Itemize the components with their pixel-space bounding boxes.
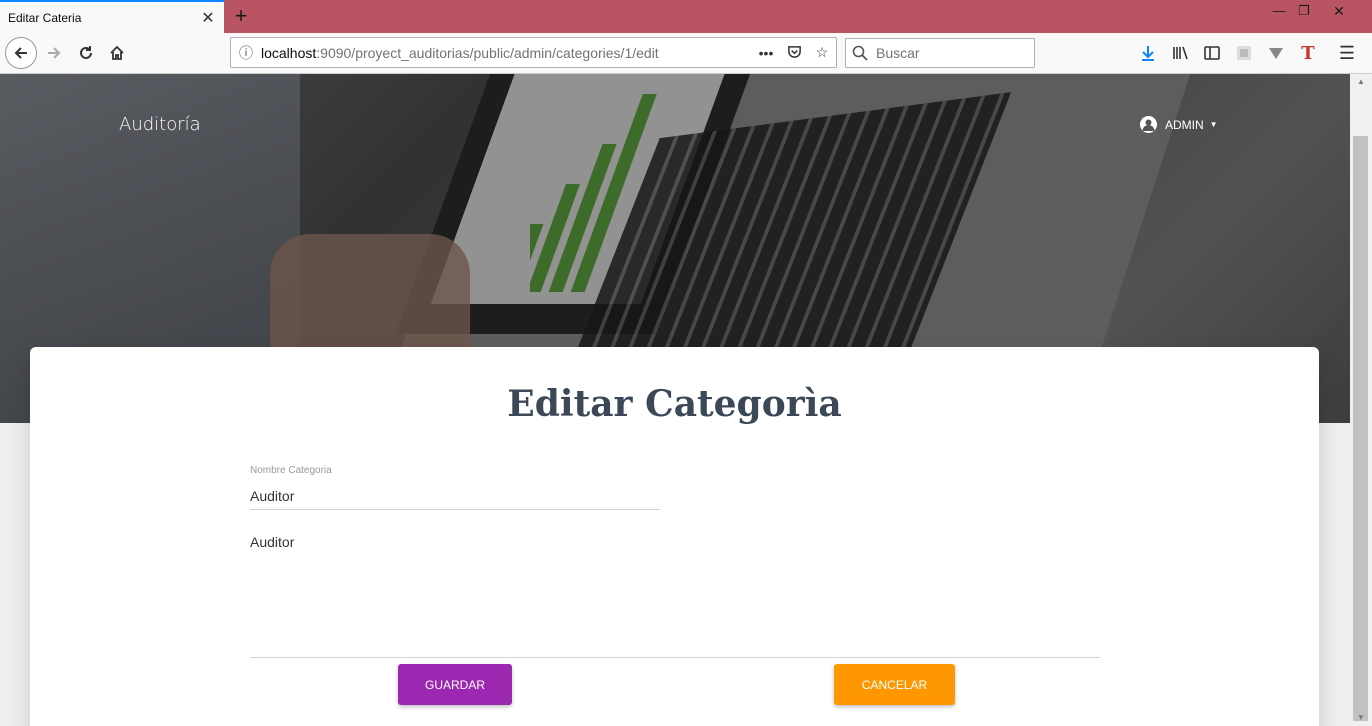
tab-title: Editar Cateria [8, 10, 82, 25]
edit-category-card: Editar Categorìa Nombre Categoria Audito… [30, 347, 1319, 726]
cancel-button[interactable]: CANCELAR [834, 664, 955, 705]
caret-down-icon: ▼ [1209, 120, 1218, 129]
site-info-icon[interactable]: ⓘ [231, 43, 261, 63]
scrollbar-thumb[interactable] [1353, 136, 1368, 721]
translate-extension-icon[interactable]: T [1297, 42, 1319, 64]
category-description-textarea[interactable]: Auditor [250, 534, 1100, 658]
pocket-icon[interactable] [780, 44, 808, 62]
scroll-down-icon[interactable]: ▼ [1350, 710, 1372, 726]
save-button[interactable]: GUARDAR [398, 664, 512, 705]
nav-bar: ⓘ localhost:9090/proyect_auditorias/publ… [0, 33, 1372, 74]
page-actions-icon[interactable]: ••• [752, 45, 780, 61]
extension-icon[interactable] [1233, 42, 1255, 64]
bookmark-star-icon[interactable]: ☆ [808, 44, 836, 61]
menu-icon[interactable]: ☰ [1336, 42, 1358, 64]
back-icon[interactable] [5, 37, 37, 69]
tab-bar: Editar Cateria ✕ + — ❐ ✕ [0, 0, 1372, 33]
user-menu-label: ADMIN [1165, 117, 1204, 132]
sidebar-icon[interactable] [1201, 42, 1223, 64]
user-menu[interactable]: ADMIN ▼ [1140, 116, 1218, 133]
page-scrollbar[interactable]: ▲ ▼ [1350, 74, 1372, 726]
category-name-input[interactable] [250, 482, 660, 510]
category-name-label: Nombre Categoria [250, 465, 332, 476]
restore-icon[interactable]: ❐ [1287, 0, 1321, 22]
reload-icon[interactable] [71, 38, 101, 68]
page-title: Editar Categorìa [507, 383, 842, 425]
close-window-icon[interactable]: ✕ [1322, 0, 1356, 22]
download-icon[interactable] [1137, 42, 1159, 64]
url-text[interactable]: localhost:9090/proyect_auditorias/public… [261, 45, 752, 61]
search-box[interactable]: Buscar [845, 38, 1035, 68]
search-icon [852, 45, 868, 61]
search-placeholder: Buscar [876, 45, 920, 61]
browser-chrome: Editar Cateria ✕ + — ❐ ✕ ⓘ localhost:909… [0, 0, 1372, 74]
address-bar[interactable]: ⓘ localhost:9090/proyect_auditorias/publ… [230, 37, 837, 68]
vpn-extension-icon[interactable] [1265, 42, 1287, 64]
page-content: Auditoría ADMIN ▼ Editar Categorìa Nombr… [0, 74, 1350, 726]
brand-logo[interactable]: Auditoría [119, 114, 201, 135]
library-icon[interactable] [1170, 42, 1192, 64]
close-tab-icon[interactable]: ✕ [200, 8, 216, 28]
forward-icon[interactable] [39, 38, 69, 68]
account-circle-icon [1140, 116, 1157, 133]
scroll-up-icon[interactable]: ▲ [1350, 74, 1372, 90]
home-icon[interactable] [102, 38, 132, 68]
new-tab-icon[interactable]: + [228, 3, 254, 29]
browser-tab[interactable]: Editar Cateria ✕ [0, 0, 224, 33]
